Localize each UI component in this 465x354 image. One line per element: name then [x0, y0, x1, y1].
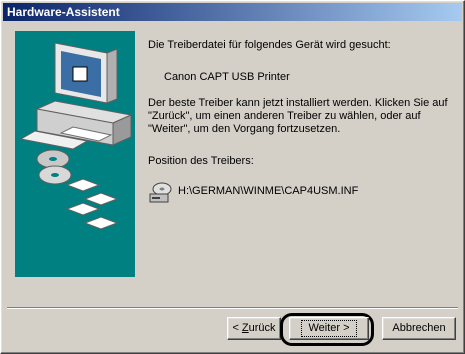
floppy-disk-icon: [65, 178, 119, 230]
back-mnemonic: Z: [241, 322, 249, 334]
wizard-window: Hardware-Assistent Die Treiberdatei für …: [0, 0, 465, 354]
button-separator: [7, 307, 458, 309]
next-button-label: Weiter >: [301, 320, 357, 337]
cancel-button[interactable]: Abbrechen: [382, 317, 456, 340]
back-button[interactable]: < Zurück: [227, 317, 281, 340]
driver-path: H:\GERMAN\WINME\CAP4USM.INF: [178, 185, 359, 197]
instructions-text: Der beste Treiber kann jetzt installiert…: [148, 97, 448, 135]
back-prefix: <: [232, 322, 242, 334]
search-message: Die Treiberdatei für folgendes Gerät wir…: [148, 39, 391, 51]
cd-drive-icon: [149, 182, 172, 203]
driver-location-label: Position des Treibers:: [148, 155, 254, 167]
window-title: Hardware-Assistent: [7, 5, 120, 19]
next-button[interactable]: Weiter >: [289, 317, 369, 340]
title-bar[interactable]: Hardware-Assistent: [3, 3, 462, 21]
back-label-rest: urück: [248, 322, 276, 334]
device-name: Canon CAPT USB Printer: [164, 71, 290, 83]
